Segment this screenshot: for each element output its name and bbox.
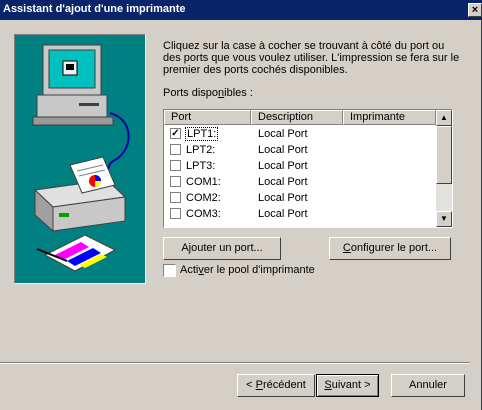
- scroll-down-button[interactable]: ▼: [436, 211, 452, 227]
- port-description: Local Port: [258, 192, 308, 204]
- port-checkbox[interactable]: [170, 160, 181, 171]
- port-checkbox[interactable]: [170, 208, 181, 219]
- port-name: COM2:: [186, 192, 221, 204]
- port-name: LPT3:: [186, 160, 216, 172]
- ports-listview[interactable]: Port Description Imprimante ✓ LPT1: Local …: [163, 109, 453, 228]
- column-header-port[interactable]: Port: [164, 110, 251, 125]
- port-checkbox[interactable]: [170, 144, 181, 155]
- window-title: Assistant d'ajout d'une imprimante: [3, 3, 186, 15]
- next-button[interactable]: Suivant >: [316, 374, 379, 397]
- close-button[interactable]: ×: [468, 3, 482, 17]
- column-header-printer[interactable]: Imprimante: [343, 110, 436, 125]
- port-name: LPT1:: [185, 127, 219, 141]
- wizard-window: Assistant d'ajout d'une imprimante × Cli…: [0, 0, 482, 410]
- port-row[interactable]: COM2: Local Port: [164, 190, 436, 206]
- port-description: Local Port: [258, 144, 308, 156]
- title-bar[interactable]: Assistant d'ajout d'une imprimante ×: [0, 0, 482, 20]
- port-row[interactable]: COM3: Local Port: [164, 206, 436, 222]
- port-row[interactable]: LPT2: Local Port: [164, 142, 436, 158]
- list-header: Port Description Imprimante: [164, 110, 436, 125]
- cancel-button[interactable]: Annuler: [391, 374, 465, 397]
- column-header-description[interactable]: Description: [251, 110, 343, 125]
- wizard-illustration: [14, 34, 146, 284]
- ports-label: Ports disponibles :: [163, 87, 253, 99]
- printer-pool-checkbox[interactable]: [163, 264, 176, 277]
- port-name: COM1:: [186, 176, 221, 188]
- vertical-scrollbar[interactable]: ▲ ▼: [436, 110, 452, 227]
- separator-line: [0, 362, 470, 364]
- port-row[interactable]: COM1: Local Port: [164, 174, 436, 190]
- scroll-thumb[interactable]: [436, 126, 452, 184]
- port-row[interactable]: LPT3: Local Port: [164, 158, 436, 174]
- port-description: Local Port: [258, 128, 308, 140]
- port-name: COM3:: [186, 208, 221, 220]
- port-name: LPT2:: [186, 144, 216, 156]
- port-checkbox[interactable]: [170, 176, 181, 187]
- instructions-text: Cliquez sur la case à cocher se trouvant…: [163, 40, 460, 76]
- previous-button[interactable]: < Précédent: [237, 374, 315, 397]
- configure-port-button[interactable]: Configurer le port...: [329, 237, 451, 260]
- port-description: Local Port: [258, 176, 308, 188]
- printer-pool-label: Activer le pool d'imprimante: [180, 264, 315, 276]
- port-checkbox[interactable]: ✓: [170, 128, 181, 139]
- port-checkbox[interactable]: [170, 192, 181, 203]
- scroll-up-button[interactable]: ▲: [436, 110, 452, 126]
- port-row[interactable]: ✓ LPT1: Local Port: [164, 126, 436, 142]
- add-port-button[interactable]: Ajouter un port...: [163, 237, 281, 260]
- port-description: Local Port: [258, 160, 308, 172]
- port-description: Local Port: [258, 208, 308, 220]
- computer-printer-illustration: [32, 44, 130, 272]
